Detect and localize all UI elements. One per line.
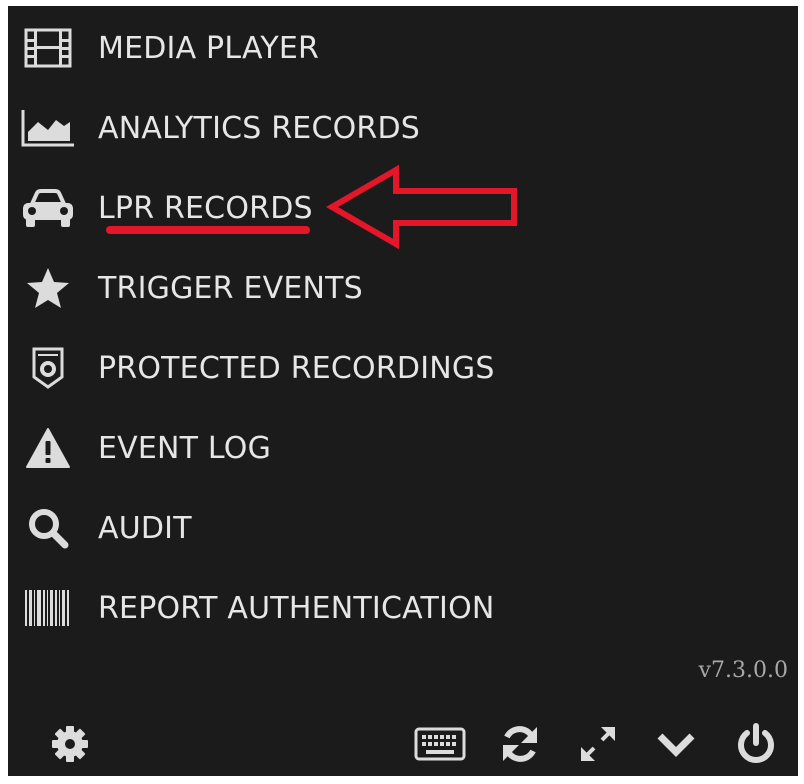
menu-item-label: ANALYTICS RECORDS xyxy=(98,110,420,146)
highlight-underline xyxy=(106,226,310,234)
film-icon xyxy=(18,24,78,72)
collapse-button[interactable] xyxy=(648,718,704,774)
menu-item-trigger-events[interactable]: TRIGGER EVENTS xyxy=(18,248,778,328)
highlight-arrow-icon xyxy=(326,164,522,255)
gear-icon xyxy=(50,724,90,769)
menu-item-analytics-records[interactable]: ANALYTICS RECORDS xyxy=(18,88,778,168)
warning-icon xyxy=(18,424,78,472)
shield-badge-icon xyxy=(18,344,78,392)
menu-item-label: REPORT AUTHENTICATION xyxy=(98,590,495,626)
menu-item-label: AUDIT xyxy=(98,510,192,546)
menu-item-protected-recordings[interactable]: PROTECTED RECORDINGS xyxy=(18,328,778,408)
barcode-icon xyxy=(18,584,78,632)
menu-item-media-player[interactable]: MEDIA PLAYER xyxy=(18,8,778,88)
refresh-icon xyxy=(499,723,541,770)
settings-button[interactable] xyxy=(42,718,98,774)
menu-item-audit[interactable]: AUDIT xyxy=(18,488,778,568)
fullscreen-button[interactable] xyxy=(570,718,626,774)
version-label: v7.3.0.0 xyxy=(698,658,788,683)
chevron-down-icon xyxy=(656,729,696,764)
main-menu-panel: MEDIA PLAYER ANALYTICS RECORDS LPR RECOR… xyxy=(0,0,804,784)
menu-item-label: PROTECTED RECORDINGS xyxy=(98,350,495,386)
menu-item-label: TRIGGER EVENTS xyxy=(98,270,363,306)
star-icon xyxy=(18,264,78,312)
menu-item-label: MEDIA PLAYER xyxy=(98,30,320,66)
power-button[interactable] xyxy=(728,718,784,774)
area-chart-icon xyxy=(18,104,78,152)
menu-item-event-log[interactable]: EVENT LOG xyxy=(18,408,778,488)
car-icon xyxy=(18,184,78,232)
menu-item-report-authentication[interactable]: REPORT AUTHENTICATION xyxy=(18,568,778,648)
menu-item-label: EVENT LOG xyxy=(98,430,272,466)
keyboard-icon xyxy=(414,727,466,766)
expand-icon xyxy=(578,724,618,769)
menu-item-label: LPR RECORDS xyxy=(98,190,313,226)
keyboard-button[interactable] xyxy=(412,718,468,774)
main-menu: MEDIA PLAYER ANALYTICS RECORDS LPR RECOR… xyxy=(18,8,778,648)
power-icon xyxy=(736,722,776,770)
refresh-button[interactable] xyxy=(492,718,548,774)
search-icon xyxy=(18,504,78,552)
